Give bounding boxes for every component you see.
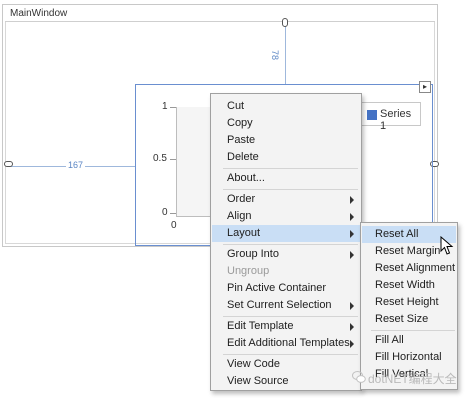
- submenu-arrow-icon: [350, 323, 354, 331]
- menu-item-label: Cut: [227, 100, 245, 112]
- menu-item-ungroup: Ungroup: [212, 263, 360, 280]
- menu-item-label: Paste: [227, 134, 256, 146]
- submenu-item-reset-size[interactable]: Reset Size: [362, 311, 456, 328]
- menu-item-label: Set Current Selection: [227, 299, 332, 311]
- submenu-arrow-icon: [350, 196, 354, 204]
- menu-item-paste[interactable]: Paste: [212, 132, 360, 149]
- window-title: MainWindow: [10, 8, 68, 19]
- menu-item-edit-template[interactable]: Edit Template: [212, 318, 360, 335]
- y-tick-mark: [170, 107, 176, 108]
- menu-item-pin-active-container[interactable]: Pin Active Container: [212, 280, 360, 297]
- top-margin-value: 78: [270, 50, 280, 61]
- menu-item-view-code[interactable]: View Code: [212, 356, 360, 373]
- menu-item-delete[interactable]: Delete: [212, 149, 360, 166]
- menu-separator: [371, 330, 455, 331]
- menu-item-label: Group Into: [227, 248, 279, 260]
- submenu-item-label: Reset All: [375, 228, 419, 240]
- submenu-item-label: Reset Margin: [375, 245, 441, 257]
- y-tick-mark: [170, 159, 176, 160]
- menu-item-label: Ungroup: [227, 265, 270, 277]
- menu-separator: [223, 189, 358, 190]
- menu-item-order[interactable]: Order: [212, 191, 360, 208]
- submenu-arrow-icon: [350, 340, 354, 348]
- menu-item-label: Align: [227, 210, 252, 222]
- submenu-item-reset-width[interactable]: Reset Width: [362, 277, 456, 294]
- menu-item-group-into[interactable]: Group Into: [212, 246, 360, 263]
- menu-item-edit-additional-templates[interactable]: Edit Additional Templates: [212, 335, 360, 352]
- top-margin-adorner: [285, 24, 286, 84]
- menu-item-about[interactable]: About...: [212, 170, 360, 187]
- menu-item-view-source[interactable]: View Source: [212, 373, 360, 390]
- menu-item-label: View Code: [227, 358, 280, 370]
- menu-item-layout[interactable]: Layout: [212, 225, 360, 242]
- menu-separator: [223, 354, 358, 355]
- submenu-arrow-icon: [350, 302, 354, 310]
- menu-separator: [223, 244, 358, 245]
- designer-canvas: MainWindow 78 167 1 0.5 0 0 ▸ Series 1 C…: [0, 0, 474, 398]
- menu-item-label: Order: [227, 193, 256, 205]
- menu-item-label: Edit Additional Templates: [227, 337, 350, 349]
- chart-legend: Series 1: [361, 102, 421, 132]
- submenu-item-label: Reset Alignment: [375, 262, 456, 274]
- y-tick-label: 1: [162, 101, 168, 112]
- submenu-item-label: Fill Horizontal: [375, 351, 442, 363]
- smart-tag-arrow-icon[interactable]: ▸: [419, 81, 431, 93]
- submenu-arrow-icon: [350, 230, 354, 238]
- mouse-cursor-icon: [440, 236, 454, 255]
- y-tick-label: 0.5: [153, 153, 167, 164]
- left-margin-value: 167: [66, 160, 86, 170]
- x-tick-label: 0: [171, 220, 177, 231]
- left-anchor-icon[interactable]: [4, 161, 13, 167]
- wechat-icon: [352, 371, 366, 383]
- top-anchor-icon[interactable]: [282, 18, 288, 27]
- menu-item-label: Delete: [227, 151, 259, 163]
- submenu-item-label: Reset Width: [375, 279, 435, 291]
- menu-item-label: Pin Active Container: [227, 282, 327, 294]
- submenu-item-label: Reset Size: [375, 313, 429, 325]
- submenu-item-fill-horizontal[interactable]: Fill Horizontal: [362, 349, 456, 366]
- submenu-item-fill-all[interactable]: Fill All: [362, 332, 456, 349]
- legend-swatch: [367, 110, 377, 120]
- menu-item-align[interactable]: Align: [212, 208, 360, 225]
- submenu-arrow-icon: [350, 213, 354, 221]
- menu-item-label: Edit Template: [227, 320, 294, 332]
- menu-item-label: View Source: [227, 375, 289, 387]
- menu-item-label: About...: [227, 172, 265, 184]
- chart-plot-area: [176, 107, 214, 217]
- menu-item-label: Copy: [227, 117, 253, 129]
- menu-item-copy[interactable]: Copy: [212, 115, 360, 132]
- menu-separator: [223, 316, 358, 317]
- submenu-arrow-icon: [350, 251, 354, 259]
- menu-item-set-current-selection[interactable]: Set Current Selection: [212, 297, 360, 314]
- submenu-item-reset-alignment[interactable]: Reset Alignment: [362, 260, 456, 277]
- submenu-item-label: Fill All: [375, 334, 404, 346]
- y-tick-mark: [170, 213, 176, 214]
- submenu-item-label: Reset Height: [375, 296, 439, 308]
- menu-item-cut[interactable]: Cut: [212, 98, 360, 115]
- menu-separator: [223, 168, 358, 169]
- y-tick-label: 0: [162, 207, 168, 218]
- menu-item-label: Layout: [227, 227, 261, 239]
- context-menu: Cut Copy Paste Delete About... Order Ali…: [210, 93, 362, 391]
- legend-series-label: Series 1: [380, 108, 412, 132]
- watermark-text: dotNET编程大全: [368, 372, 457, 386]
- submenu-item-reset-height[interactable]: Reset Height: [362, 294, 456, 311]
